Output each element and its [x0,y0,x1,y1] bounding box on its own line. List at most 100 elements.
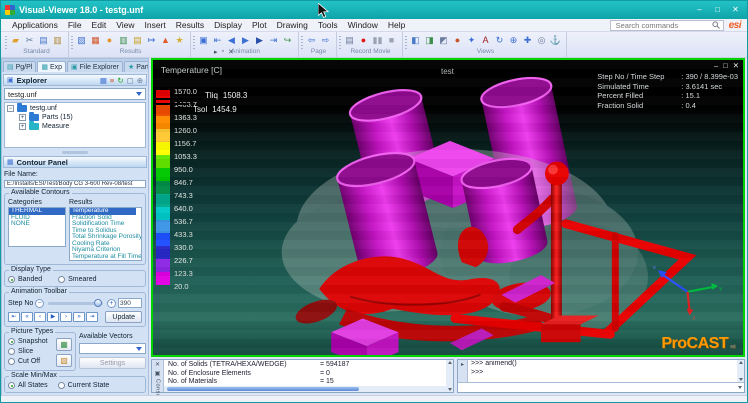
step-slider[interactable] [48,302,103,305]
layers-icon[interactable]: ▥ [117,34,130,47]
step-back-button[interactable]: ‹ [34,312,46,322]
step-number-field[interactable] [118,298,142,308]
axis-icon[interactable]: ✦ [465,34,478,47]
viewport-minimize-icon[interactable]: – [714,61,718,70]
restore-panel-icon[interactable]: ▫ [222,48,224,56]
menu-item[interactable]: Window [343,20,383,30]
cutoff-tool-icon[interactable]: ▧ [56,354,72,367]
animate-setup-icon[interactable]: ▣ [197,34,210,47]
tab-part[interactable]: ★Part [124,61,149,72]
go-last-button[interactable]: ⇥ [86,312,98,322]
expand-all-icon[interactable]: ⊕ [137,76,143,85]
menu-item[interactable]: Plot [247,20,272,30]
stop-icon[interactable]: ■ [385,34,398,47]
wizard-icon[interactable]: ★ [173,34,186,47]
contour-plot-icon[interactable]: ▧ [75,34,88,47]
category-item[interactable]: NONE [9,221,65,228]
globe-icon[interactable]: ● [103,34,116,47]
search-commands-box[interactable] [610,20,724,31]
next-page-icon[interactable]: ⇨ [319,34,332,47]
shaded-view-icon[interactable]: ● [451,34,464,47]
export-animation-icon[interactable]: ↪ [281,34,294,47]
menu-item[interactable]: Display [209,20,247,30]
viewport-close-icon[interactable]: ✕ [733,61,739,70]
play-icon[interactable]: ▶ [239,34,252,47]
console-vscrollbar[interactable] [446,360,453,392]
last-frame-icon[interactable]: ⇥ [267,34,280,47]
minimize-button[interactable]: – [692,4,707,16]
next-frame-icon[interactable]: ▶ [253,34,266,47]
run-icon[interactable]: ▸ [461,362,464,368]
menu-item[interactable]: Drawing [272,20,313,30]
play-button[interactable]: ▶ [47,312,59,322]
search-input[interactable] [614,20,712,31]
close-console-icon[interactable]: ✕ [155,361,160,368]
prev-frame-icon[interactable]: ◀ [225,34,238,47]
record-icon[interactable]: ● [357,34,370,47]
legend-icon[interactable]: ▤ [131,34,144,47]
menu-item[interactable]: View [111,20,139,30]
menu-item[interactable]: Help [383,20,410,30]
first-frame-icon[interactable]: ⇤ [211,34,224,47]
update-button[interactable]: Update [105,311,142,323]
center-view-icon[interactable]: ⊕ [507,34,520,47]
scroll-up-icon[interactable] [739,361,743,364]
menu-item[interactable]: Edit [87,20,112,30]
go-first-button[interactable]: ⇤ [8,312,20,322]
radio-all-states[interactable]: All States [8,382,48,389]
expander-icon[interactable]: + [19,114,26,121]
console-hscrollbar[interactable] [164,386,446,392]
scroll-up-icon[interactable] [448,361,452,364]
pin-panel-icon[interactable]: ▸ [214,48,218,56]
color-map-icon[interactable]: ▦ [89,34,102,47]
film-icon[interactable]: ▤ [343,34,356,47]
tree-item-root[interactable]: − testg.unf [7,105,143,112]
menu-item[interactable]: Tools [313,20,343,30]
result-item[interactable]: Temperature at Fill Time [70,254,136,261]
page-layout-icon[interactable]: ◧ [409,34,422,47]
annotation-icon[interactable]: A [479,34,492,47]
tree-item-measure[interactable]: + Measure [7,123,143,130]
radio-current-state[interactable]: Current State [58,382,110,389]
pan-icon[interactable]: ✚ [521,34,534,47]
slice-tool-icon[interactable]: ▦ [56,338,72,351]
history-dropdown-icon[interactable] [738,386,742,389]
refresh-icon[interactable]: ↻ [117,76,123,85]
close-panel-icon[interactable]: ✕ [228,48,234,56]
radio-cutoff[interactable]: Cut Off [8,358,48,365]
menu-item[interactable]: Insert [139,20,170,30]
tab-exp[interactable]: ▦Exp [37,61,66,72]
step-minus-button[interactable]: − [35,299,44,308]
fast-forward-button[interactable]: » [73,312,85,322]
radio-smeared[interactable]: Smeared [58,276,96,283]
model-view-icon[interactable]: ◩ [437,34,450,47]
scrollbar-thumb[interactable] [167,387,359,391]
tab-pgpl[interactable]: ▤Pg/Pl [3,61,36,72]
radio-banded[interactable]: Banded [8,276,42,283]
pause-icon[interactable]: ▮▮ [371,34,384,47]
zoom-area-icon[interactable]: ◎ [535,34,548,47]
menu-item[interactable]: File [63,20,87,30]
model-file-combo[interactable]: testg.unf [4,88,146,100]
expander-icon[interactable]: − [7,105,14,112]
maximize-button[interactable]: □ [710,4,725,16]
tree-item-parts[interactable]: + Parts (15) [7,114,143,121]
menu-item[interactable]: Results [171,20,209,30]
anchor-icon[interactable]: ⚓ [549,34,562,47]
tab-file-explorer[interactable]: ▣File Explorer [67,61,123,72]
scroll-down-icon[interactable] [448,388,452,391]
radio-snapshot[interactable]: Snapshot [8,338,48,345]
sort-icon[interactable]: ≡ [110,76,114,85]
slider-handle[interactable] [94,299,102,307]
previous-page-icon[interactable]: ⇦ [305,34,318,47]
expander-icon[interactable]: + [19,123,26,130]
step-forward-button[interactable]: › [60,312,72,322]
copy-icon[interactable]: ▤ [37,34,50,47]
radio-slice[interactable]: Slice [8,348,48,355]
paste-icon[interactable]: ▥ [51,34,64,47]
file-name-field[interactable] [4,180,146,188]
panel-splitter[interactable] [2,150,148,154]
fast-rewind-button[interactable]: « [21,312,33,322]
view-mode-icon[interactable]: ▦ [100,76,107,85]
menu-item[interactable]: Applications [7,20,63,30]
